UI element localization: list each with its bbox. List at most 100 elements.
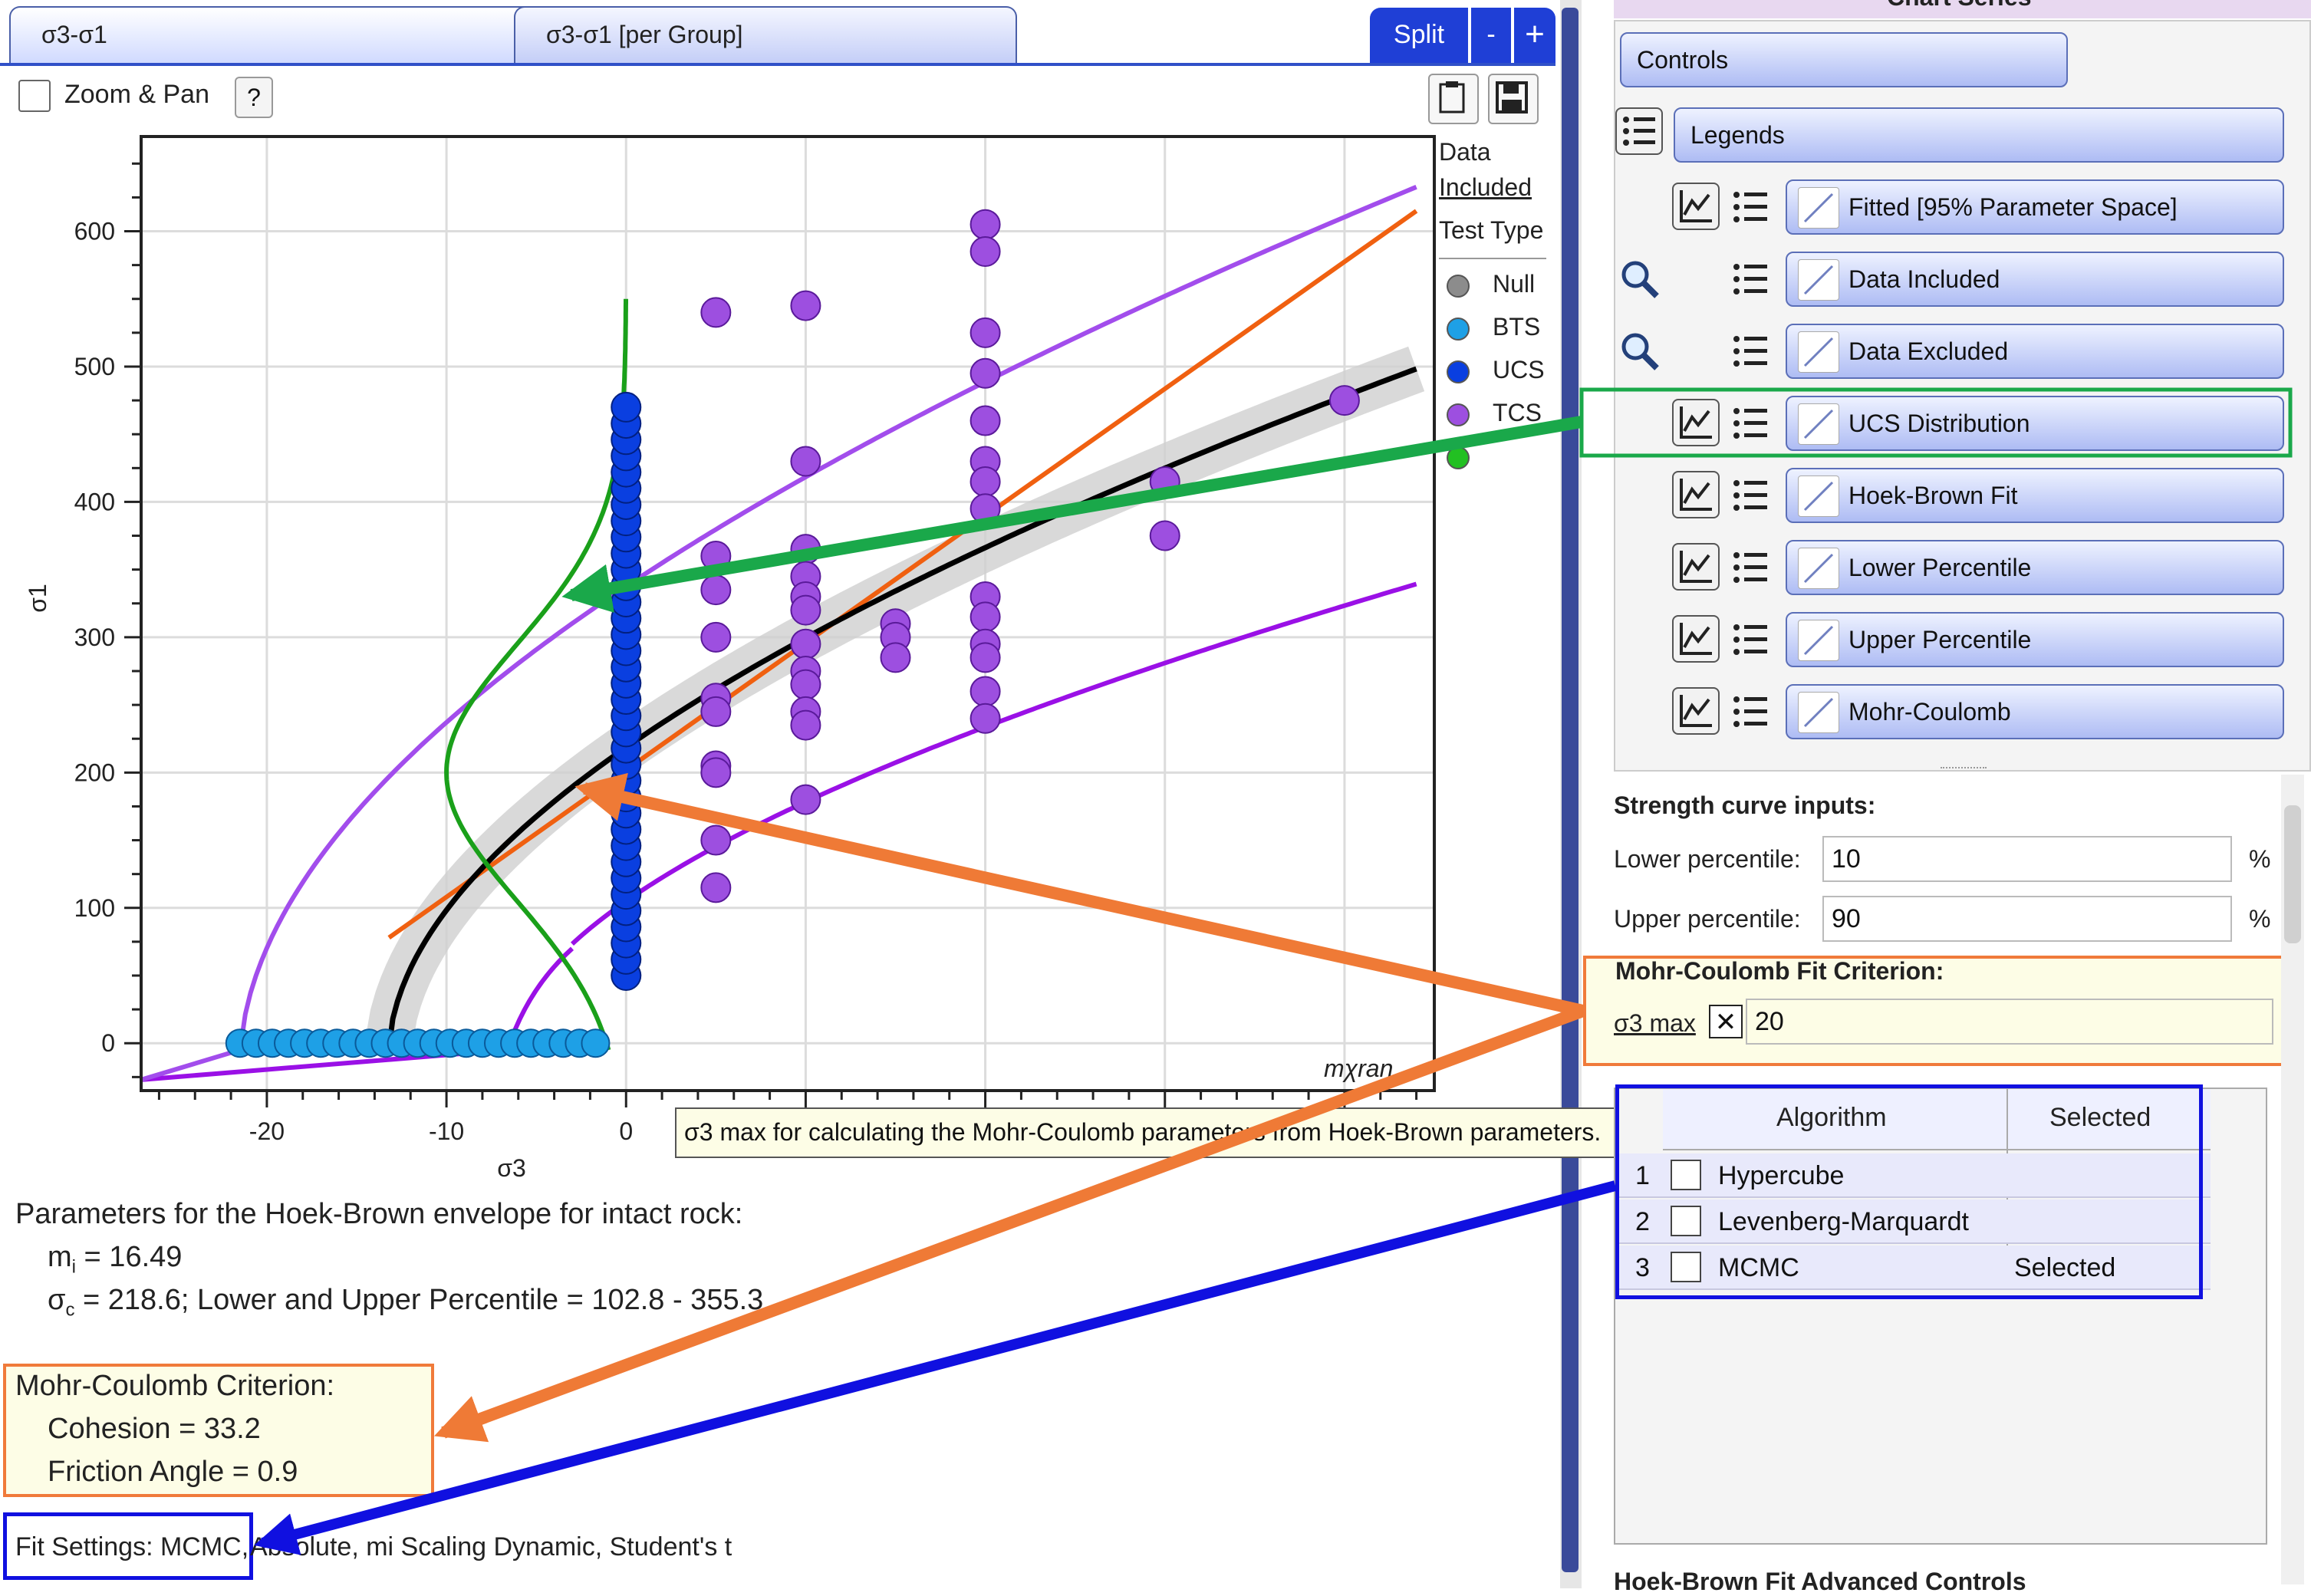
- fit-settings-label: Fit Settings: MCMC,: [15, 1532, 249, 1561]
- series-button[interactable]: Lower Percentile: [1786, 540, 2284, 595]
- tcs-point: [970, 466, 1001, 497]
- series-button[interactable]: Mohr-Coulomb: [1786, 684, 2284, 739]
- blue-arrow: [254, 1180, 1617, 1555]
- legend-marker: [1447, 275, 1470, 298]
- mohr-coulomb-title: Mohr-Coulomb Criterion:: [15, 1370, 335, 1402]
- legend-toggle-icon[interactable]: [1729, 330, 1772, 373]
- mi-symbol: m: [48, 1241, 72, 1273]
- legend-toggle-icon[interactable]: [1729, 474, 1772, 517]
- help-button[interactable]: ?: [235, 77, 273, 118]
- tcs-point: [970, 209, 1001, 240]
- save-icon[interactable]: [1488, 74, 1539, 124]
- hoek-brown-fit: [385, 366, 1417, 1055]
- sc-symbol: σ: [48, 1284, 66, 1316]
- chart-svg[interactable]: 0 100 200 300 400 500 600 -20 -10 0 σ3 σ1 mχran: [0, 123, 1555, 1196]
- chart-toggle-icon[interactable]: [1672, 543, 1720, 591]
- zoom-icon[interactable]: [1617, 328, 1663, 374]
- legend-toggle-icon[interactable]: [1729, 258, 1772, 301]
- s3max-tooltip: σ3 max for calculating the Mohr-Coulomb …: [675, 1107, 1660, 1158]
- tcs-point: [970, 405, 1001, 436]
- series-label: Fitted [95% Parameter Space]: [1848, 193, 2178, 221]
- tcs-point: [970, 317, 1001, 348]
- series-swatch-icon: [1798, 403, 1839, 445]
- s3max-input[interactable]: 20: [1746, 999, 2273, 1045]
- mi-value: = 16.49: [76, 1241, 183, 1273]
- chart-toggle-icon[interactable]: [1672, 615, 1720, 663]
- controls-button[interactable]: Controls: [1620, 32, 2068, 87]
- chart-toggle-icon[interactable]: [1672, 399, 1720, 446]
- collapse-button[interactable]: -: [1471, 8, 1511, 63]
- splitter-handle[interactable]: [1562, 8, 1579, 1572]
- chart-toggle-icon[interactable]: [1672, 687, 1720, 735]
- zoom-icon[interactable]: [1617, 256, 1663, 302]
- upper-percentile-label: Upper percentile:: [1614, 905, 1801, 933]
- legend-label: TCS: [1493, 399, 1542, 426]
- upper-percentile-input[interactable]: 90: [1822, 896, 2232, 942]
- tcs-point: [970, 642, 1001, 673]
- tcs-point: [1328, 385, 1360, 416]
- clipboard-icon[interactable]: [1428, 74, 1479, 124]
- tcs-point: [970, 601, 1001, 633]
- tcs-point: [790, 594, 821, 626]
- tcs-point: [970, 235, 1001, 267]
- inputs-scrollbar-thumb[interactable]: [2284, 805, 2301, 943]
- params-sc: σc = 218.6; Lower and Upper Percentile =…: [48, 1284, 763, 1321]
- tcs-point: [790, 669, 821, 700]
- series-swatch-icon: [1798, 259, 1839, 301]
- series-button[interactable]: Data Included: [1786, 252, 2284, 307]
- split-button[interactable]: Split: [1370, 8, 1468, 63]
- s3max-checkbox[interactable]: ✕: [1709, 1005, 1743, 1038]
- tab-s3-s1[interactable]: σ3-σ1: [9, 6, 542, 64]
- upper-percentile-unit: %: [2249, 905, 2271, 933]
- series-button[interactable]: Hoek-Brown Fit: [1786, 468, 2284, 523]
- tab-s3-s1-per-group[interactable]: σ3-σ1 [per Group]: [514, 6, 1017, 64]
- series-panel-grip[interactable]: [1941, 767, 1987, 772]
- legend-toggle-icon[interactable]: [1729, 546, 1772, 589]
- s3max-label[interactable]: σ3 max: [1614, 1009, 1696, 1038]
- tcs-point: [1149, 520, 1180, 551]
- series-label: Mohr-Coulomb: [1848, 698, 2011, 726]
- strength-inputs-title: Strength curve inputs:: [1614, 791, 1876, 819]
- y-tick-label: 400: [74, 488, 115, 515]
- series-swatch-icon: [1798, 692, 1839, 733]
- legends-button[interactable]: Legends: [1674, 107, 2284, 163]
- tcs-point: [790, 784, 821, 815]
- legend-toggle-icon[interactable]: [1729, 618, 1772, 661]
- ucs-point: [611, 391, 642, 423]
- tcs-point: [790, 628, 821, 660]
- series-button[interactable]: UCS Distribution: [1786, 396, 2284, 451]
- zoom-pan-checkbox[interactable]: [18, 80, 51, 112]
- tcs-point: [700, 696, 732, 727]
- lower-percentile-input[interactable]: 10: [1822, 836, 2232, 882]
- series-button[interactable]: Data Excluded: [1786, 324, 2284, 379]
- legend-label: UCS: [1493, 356, 1545, 383]
- x-axis-label: σ3: [497, 1154, 526, 1182]
- series-swatch-icon: [1798, 187, 1839, 229]
- ucs-distribution-curve: [444, 298, 628, 1051]
- chart-toggle-icon[interactable]: [1672, 471, 1720, 518]
- series-swatch-icon: [1798, 548, 1839, 589]
- legend-marker: [1447, 360, 1470, 383]
- tcs-point: [700, 824, 732, 856]
- y-tick-label: 600: [74, 218, 115, 245]
- legend-header-data: Data: [1439, 138, 1491, 166]
- add-button[interactable]: +: [1514, 8, 1555, 63]
- series-label: UCS Distribution: [1848, 410, 2030, 437]
- legend-label: BTS: [1493, 313, 1541, 341]
- legends-list-icon[interactable]: [1615, 107, 1663, 155]
- legend-marker: [1447, 318, 1470, 341]
- tcs-point: [880, 642, 911, 673]
- series-button[interactable]: Fitted [95% Parameter Space]: [1786, 179, 2284, 235]
- hoek-brown-band: [365, 346, 1425, 1046]
- legend-toggle-icon[interactable]: [1729, 186, 1772, 229]
- legend-toggle-icon[interactable]: [1729, 690, 1772, 733]
- tcs-point: [970, 357, 1001, 389]
- y-tick-label: 500: [74, 353, 115, 380]
- legend-toggle-icon[interactable]: [1729, 402, 1772, 445]
- tcs-point: [700, 297, 732, 328]
- series-button[interactable]: Upper Percentile: [1786, 612, 2284, 667]
- chart-toggle-icon[interactable]: [1672, 183, 1720, 230]
- mohr-coulomb-cohesion: Cohesion = 33.2: [48, 1413, 261, 1445]
- plot-frame: [140, 135, 1436, 1092]
- mohr-coulomb-line: [387, 209, 1418, 940]
